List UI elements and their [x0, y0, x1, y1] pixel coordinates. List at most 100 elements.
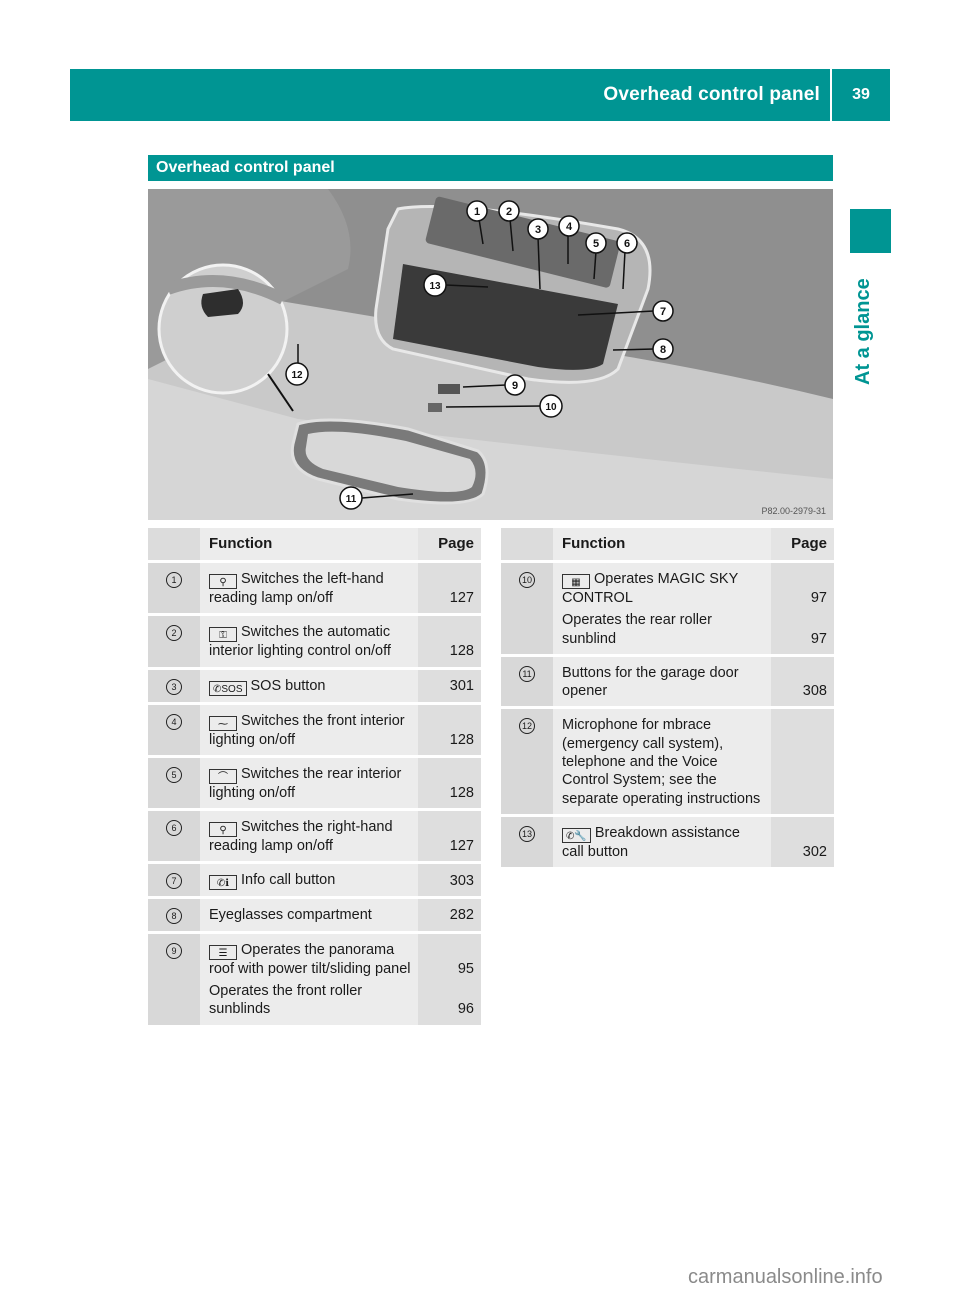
function-paragraph: Buttons for the garage door opener	[562, 664, 765, 701]
item-function: ⚲ Switches the right-hand reading lamp on…	[200, 811, 418, 865]
item-page: 128	[418, 704, 481, 758]
function-text: Microphone for mbrace (emergency call sy…	[562, 717, 761, 807]
footer-watermark[interactable]: carmanualsonline.info	[688, 1266, 883, 1289]
function-paragraph: Operates the front roller sunblinds	[209, 982, 412, 1019]
item-page: 301	[418, 669, 481, 705]
function-paragraph: ⚲ Switches the right-hand reading lamp on…	[209, 818, 412, 855]
item-number-badge: 8	[166, 908, 182, 925]
svg-text:8: 8	[660, 344, 666, 356]
front-interior-light-icon: ⁓	[209, 715, 237, 731]
item-number: 10	[501, 563, 553, 657]
svg-text:5: 5	[593, 238, 599, 250]
item-function: ▦ Operates MAGIC SKY CONTROL Operates the …	[553, 563, 771, 657]
item-number-badge: 5	[166, 766, 182, 783]
table-header-row: Function Page	[148, 528, 481, 563]
function-paragraph: ✆SOS SOS button	[209, 677, 412, 696]
item-number: 4	[148, 704, 200, 758]
page-reference[interactable]: 95	[418, 941, 474, 978]
table-row: 11 Buttons for the garage door opener 308	[501, 656, 834, 710]
item-function: ✆SOS SOS button	[200, 669, 418, 705]
item-page	[771, 709, 834, 817]
page-reference[interactable]: 128	[418, 712, 474, 749]
table-row: 4 ⁓ Switches the front interior lighting o…	[148, 704, 481, 758]
svg-text:3: 3	[535, 224, 541, 236]
item-number: 12	[501, 709, 553, 817]
roof-switch	[438, 384, 460, 394]
item-function: ⁓ Switches the front interior lighting on…	[200, 704, 418, 758]
svg-text:11: 11	[346, 494, 357, 505]
item-number-badge: 10	[519, 572, 535, 588]
reading-lamp-icon: ⚲	[209, 822, 237, 838]
item-number: 7	[148, 864, 200, 900]
svg-text:6: 6	[624, 238, 630, 250]
table-row: 12 Microphone for mbrace (emergency call …	[501, 709, 834, 817]
auto-interior-lighting-off-icon: ⚿	[209, 627, 237, 643]
page-reference[interactable]: 96	[418, 982, 474, 1019]
item-number: 6	[148, 811, 200, 865]
illustration-drawing: 1 2 3 4 5 6 7 8 9 10 11 12 13 P82.00-297…	[148, 189, 833, 520]
item-page: 282	[418, 899, 481, 934]
table-row: 6 ⚲ Switches the right-hand reading lamp o…	[148, 811, 481, 865]
function-paragraph: Microphone for mbrace (emergency call sy…	[562, 716, 765, 807]
svg-text:12: 12	[291, 370, 303, 381]
function-paragraph: ▦ Operates MAGIC SKY CONTROL	[562, 570, 765, 607]
svg-text:2: 2	[506, 206, 512, 218]
item-number: 5	[148, 757, 200, 812]
svg-text:9: 9	[512, 380, 518, 392]
item-page: 97 97	[771, 563, 834, 657]
page-reference[interactable]: 97	[771, 570, 827, 607]
svg-text:7: 7	[660, 306, 666, 318]
page-reference[interactable]: 282	[418, 906, 474, 924]
page-reference[interactable]: 97	[771, 611, 827, 648]
page-reference[interactable]: 302	[771, 824, 827, 861]
page-reference[interactable]: 127	[418, 570, 474, 607]
item-number: 13	[501, 816, 553, 868]
function-paragraph: ⁓ Switches the front interior lighting on…	[209, 712, 412, 749]
item-number: 3	[148, 669, 200, 705]
rear-interior-light-icon: ⌒	[209, 768, 237, 784]
item-page: 95 96	[418, 933, 481, 1025]
page-reference[interactable]: 128	[418, 623, 474, 660]
item-number-badge: 7	[166, 873, 182, 890]
page-reference[interactable]: 128	[418, 765, 474, 802]
page-reference[interactable]	[771, 716, 827, 807]
page-reference[interactable]: 303	[418, 871, 474, 890]
function-text: Operates the front roller sunblinds	[209, 983, 363, 1018]
item-number-badge: 11	[519, 665, 535, 682]
item-number: 9	[148, 933, 200, 1025]
page-reference[interactable]: 301	[418, 677, 474, 696]
header-function: Function	[553, 528, 771, 563]
item-number-badge: 4	[166, 713, 182, 730]
item-page: 128	[418, 616, 481, 670]
function-paragraph: ⚿ Switches the automatic interior lightin…	[209, 623, 412, 660]
function-text: Switches the rear interior lighting on/o…	[209, 765, 402, 801]
item-number-badge: 1	[166, 572, 182, 588]
item-function: ✆🔧 Breakdown assistance call button	[553, 816, 771, 868]
item-page: 303	[418, 864, 481, 900]
function-text: Eyeglasses compartment	[209, 907, 372, 924]
item-function: Microphone for mbrace (emergency call sy…	[553, 709, 771, 817]
item-page: 127	[418, 811, 481, 865]
function-text: Info call button	[241, 872, 336, 889]
function-table-left: Function Page 1 ⚲ Switches the left-hand r…	[148, 528, 481, 1025]
function-text: Operates the rear roller sunblind	[562, 612, 712, 647]
item-page: 128	[418, 757, 481, 812]
magic-sky-switch	[428, 403, 442, 412]
function-paragraph: ✆🔧 Breakdown assistance call button	[562, 824, 765, 861]
table-row: 10 ▦ Operates MAGIC SKY CONTROL Operates th…	[501, 563, 834, 657]
function-text: Switches the front interior lighting on/…	[209, 712, 405, 748]
item-number-badge: 9	[166, 942, 182, 959]
illustration-code: P82.00-2979-31	[761, 506, 826, 516]
svg-text:10: 10	[545, 402, 557, 413]
svg-text:1: 1	[474, 206, 480, 218]
header-number-cell	[148, 528, 200, 563]
table-row: 13 ✆🔧 Breakdown assistance call button 302	[501, 816, 834, 868]
magic-sky-control-icon: ▦	[562, 574, 590, 589]
item-function: ⚲ Switches the left-hand reading lamp on/…	[200, 563, 418, 617]
table-row: 9 ☰ Operates the panorama roof with power …	[148, 933, 481, 1025]
overhead-panel-illustration: 1 2 3 4 5 6 7 8 9 10 11 12 13 P82.00-297…	[148, 189, 833, 520]
table-row: 8 Eyeglasses compartment 282	[148, 899, 481, 934]
page-reference[interactable]: 127	[418, 818, 474, 855]
page-header-title: Overhead control panel	[603, 84, 820, 105]
page-reference[interactable]: 308	[771, 664, 827, 701]
